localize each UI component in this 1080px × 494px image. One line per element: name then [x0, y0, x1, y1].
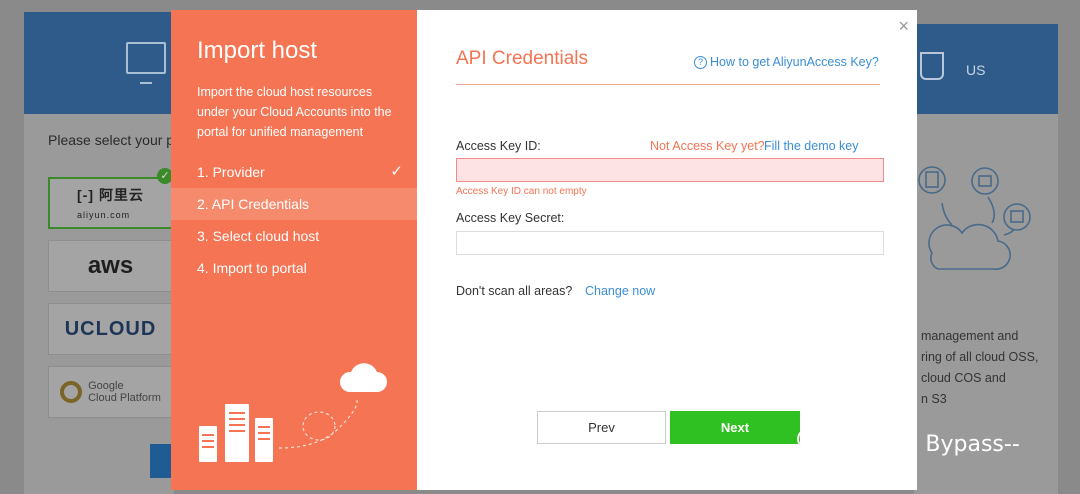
prev-button[interactable]: Prev: [537, 411, 666, 444]
fill-demo-key-link[interactable]: Fill the demo key: [764, 139, 858, 153]
provider-ucloud[interactable]: UCLOUD: [48, 303, 173, 355]
access-key-id-error: Access Key ID can not empty: [456, 186, 587, 197]
no-access-key-text: Not Access Key yet?: [650, 139, 765, 153]
provider-aws[interactable]: aws: [48, 240, 173, 292]
cloud-storage-diagram: [918, 166, 1031, 270]
google-cloud-icon: [60, 381, 83, 403]
import-host-modal: Import host Import the cloud host resour…: [171, 10, 917, 490]
wizard-description: Import the cloud host resources under yo…: [197, 85, 392, 139]
provider-google[interactable]: Google Cloud Platform: [48, 366, 173, 418]
help-link-label: How to get AliyunAccess Key?: [710, 55, 879, 69]
step-label: 1. Provider: [197, 164, 265, 180]
wechat-watermark: 微信号: Bypass--: [795, 425, 1020, 459]
step-label: 3. Select cloud host: [197, 228, 320, 244]
wechat-icon: [797, 427, 838, 456]
wizard-steps: 1. Provider ✓ 2. API Credentials 3. Sele…: [171, 156, 417, 284]
storage-card-label: US: [966, 62, 986, 78]
step-label: 2. API Credentials: [197, 196, 310, 212]
step-import-to-portal[interactable]: 4. Import to portal: [171, 252, 417, 284]
aws-logo: aws: [87, 252, 134, 279]
google-cloud-label: Google Cloud Platform: [88, 380, 161, 404]
change-now-link[interactable]: Change now: [585, 284, 655, 298]
access-key-id-input[interactable]: [456, 158, 884, 182]
select-provider-text: Please select your p: [48, 132, 175, 148]
ucloud-logo: UCLOUD: [64, 317, 157, 340]
panel-title: API Credentials: [456, 48, 589, 69]
access-key-id-label: Access Key ID:: [456, 139, 541, 153]
credentials-panel: × API Credentials ? How to get AliyunAcce…: [417, 10, 917, 490]
monitor-icon: [126, 42, 166, 84]
bucket-icon: [920, 52, 944, 80]
watermark-text: 微信号: Bypass--: [845, 432, 1020, 457]
step-api-credentials[interactable]: 2. API Credentials: [171, 188, 417, 220]
wizard-title: Import host: [197, 37, 318, 64]
checkmark-icon: ✓: [390, 163, 403, 180]
storage-card-banner: US: [914, 24, 1058, 114]
scan-areas-text: Don't scan all areas?: [456, 284, 573, 298]
access-key-secret-label: Access Key Secret:: [456, 211, 565, 225]
provider-aliyun[interactable]: [-] 阿里云 aliyun.com: [48, 177, 173, 229]
step-provider[interactable]: 1. Provider ✓: [171, 156, 417, 188]
question-icon: ?: [694, 56, 707, 69]
next-button[interactable]: Next: [670, 411, 800, 444]
aliyun-logo: [-] 阿里云 aliyun.com: [77, 187, 144, 220]
step-select-cloud-host[interactable]: 3. Select cloud host: [171, 220, 417, 252]
step-label: 4. Import to portal: [197, 260, 307, 276]
help-link[interactable]: ? How to get AliyunAccess Key?: [694, 55, 879, 69]
title-divider: [456, 84, 880, 85]
provider-card-banner: [24, 12, 174, 114]
access-key-secret-input[interactable]: [456, 231, 884, 255]
wizard-sidebar: Import host Import the cloud host resour…: [171, 10, 417, 490]
storage-description: management and ring of all cloud OSS, cl…: [921, 329, 1039, 406]
server-upload-illustration: [199, 363, 387, 462]
close-icon[interactable]: ×: [898, 16, 909, 37]
